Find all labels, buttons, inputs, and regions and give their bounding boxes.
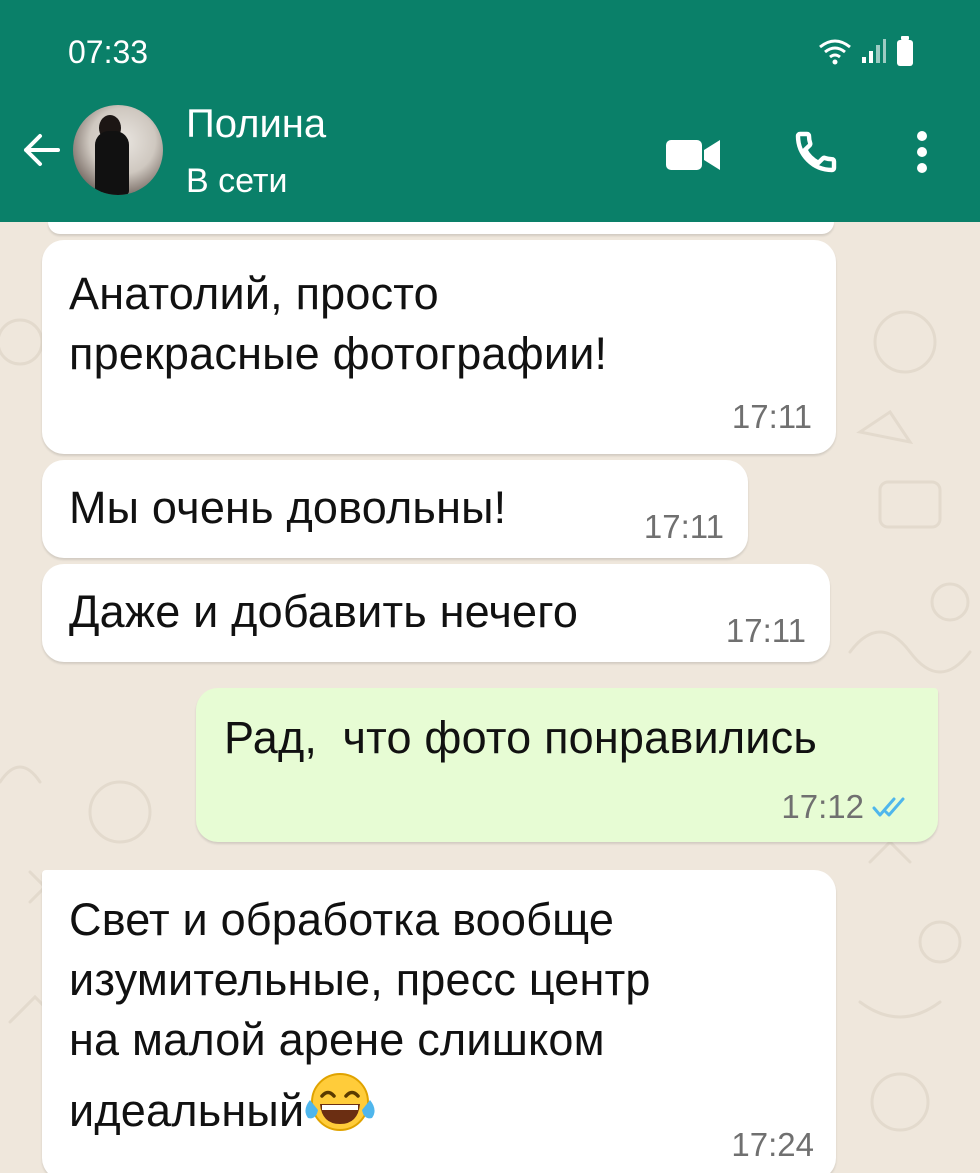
phone-call-icon[interactable] bbox=[792, 128, 840, 176]
message-bubble-incoming[interactable]: Даже и добавить нечего 17:11 bbox=[42, 564, 830, 662]
message-text: Рад, что фото понравились bbox=[224, 712, 817, 763]
contact-status: В сети bbox=[186, 162, 288, 200]
contact-avatar[interactable] bbox=[73, 105, 163, 195]
message-time: 17:12 bbox=[781, 788, 864, 825]
more-options-icon[interactable] bbox=[912, 128, 932, 176]
message-text: Даже и добавить нечего bbox=[69, 586, 579, 637]
message-time: 17:11 bbox=[643, 508, 724, 545]
video-call-icon[interactable] bbox=[666, 138, 720, 172]
status-bar-icons bbox=[818, 36, 914, 66]
message-bubble-incoming[interactable]: Мы очень довольны! 17:11 bbox=[42, 460, 748, 558]
message-text: Анатолий, просто прекрасные фотографии! bbox=[69, 268, 608, 379]
back-arrow-icon[interactable] bbox=[18, 126, 66, 174]
contact-name[interactable]: Полина bbox=[186, 102, 326, 147]
signal-icon bbox=[862, 39, 886, 63]
message-bubble-incoming[interactable]: Свет и обработка вообще изумительные, пр… bbox=[42, 870, 836, 1173]
previous-message-bubble bbox=[48, 222, 834, 234]
chat-header: 07:33 Полина В сети bbox=[0, 0, 980, 222]
message-bubble-outgoing[interactable]: Рад, что фото понравились 17:12 bbox=[196, 688, 938, 842]
message-time: 17:11 bbox=[731, 398, 812, 435]
message-bubble-incoming[interactable]: Анатолий, просто прекрасные фотографии! … bbox=[42, 240, 836, 454]
message-text: Мы очень довольны! bbox=[69, 482, 507, 533]
message-time: 17:11 bbox=[725, 612, 806, 649]
status-bar-time: 07:33 bbox=[68, 34, 149, 70]
message-time: 17:24 bbox=[731, 1126, 814, 1163]
face-with-tears-of-joy-icon bbox=[304, 1070, 376, 1136]
battery-icon bbox=[897, 36, 913, 66]
message-text: Свет и обработка вообще изумительные, пр… bbox=[69, 890, 651, 1141]
read-receipt-icon bbox=[872, 797, 905, 817]
wifi-icon bbox=[819, 39, 851, 65]
